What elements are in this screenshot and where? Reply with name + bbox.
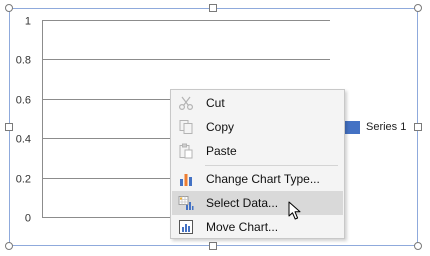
paste-icon	[172, 139, 200, 163]
menu-item-change-chart-type[interactable]: Change Chart Type...	[172, 167, 343, 191]
legend-label: Series 1	[366, 121, 407, 133]
menu-item-label: Cut	[206, 96, 225, 110]
y-tick-label: 0.6	[16, 95, 31, 107]
scissors-icon	[172, 91, 200, 115]
y-tick-label: 1	[25, 16, 31, 28]
legend[interactable]: Series 1	[345, 120, 406, 134]
y-tick-label: 0.4	[16, 134, 31, 146]
menu-item-select-data[interactable]: Select Data...	[172, 191, 343, 215]
move-chart-icon	[172, 215, 200, 239]
menu-item-cut[interactable]: Cut	[172, 91, 343, 115]
bar-chart-icon	[172, 167, 200, 191]
context-menu: Cut Copy Paste Change Chart Type... Sele…	[170, 89, 345, 239]
menu-item-paste[interactable]: Paste	[172, 139, 343, 163]
menu-item-label: Select Data...	[206, 196, 279, 210]
menu-item-copy[interactable]: Copy	[172, 115, 343, 139]
y-tick-label: 0.8	[16, 55, 31, 67]
y-tick-label: 0.2	[16, 174, 31, 186]
menu-item-label: Change Chart Type...	[206, 172, 320, 186]
select-data-icon	[172, 191, 200, 215]
y-tick-label: 0	[25, 213, 31, 225]
menu-item-label: Paste	[206, 144, 237, 158]
menu-separator	[205, 165, 338, 166]
legend-swatch	[345, 120, 360, 134]
menu-item-label: Copy	[206, 120, 235, 134]
mouse-cursor-icon	[288, 201, 301, 220]
menu-item-move-chart[interactable]: Move Chart...	[172, 215, 343, 239]
menu-item-label: Move Chart...	[206, 220, 279, 234]
copy-icon	[172, 115, 200, 139]
